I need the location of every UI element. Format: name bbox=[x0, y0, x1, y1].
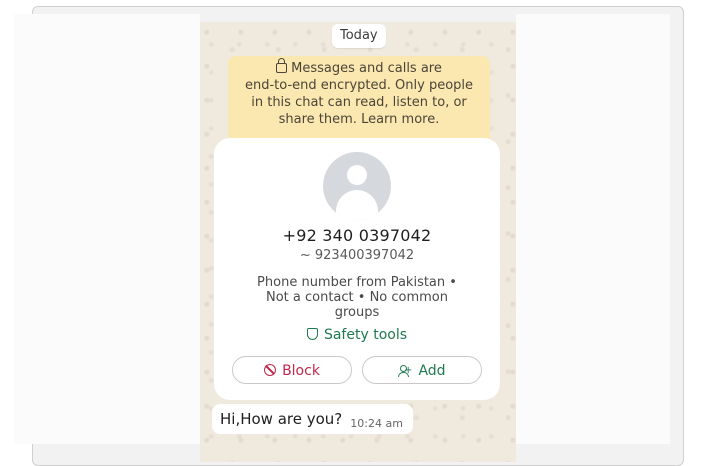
incoming-message-bubble[interactable]: Hi,How are you? 10:24 am bbox=[212, 404, 413, 434]
avatar-head bbox=[347, 165, 367, 185]
avatar-body bbox=[336, 190, 378, 220]
left-margin bbox=[14, 14, 200, 444]
encryption-notice[interactable]: Messages and calls are end-to-end encryp… bbox=[228, 56, 490, 150]
contact-info-card: +92 340 0397042 ~ 923400397042 Phone num… bbox=[214, 138, 500, 400]
block-icon bbox=[264, 364, 277, 376]
encryption-line-3: in this chat can read, listen to, or bbox=[251, 95, 467, 110]
encryption-text-1: Messages and calls are bbox=[291, 61, 442, 76]
encryption-line-4: share them. Learn more. bbox=[278, 112, 440, 127]
contact-meta-line-1: Phone number from Pakistan • bbox=[257, 275, 457, 290]
encryption-line-2: end-to-end encrypted. Only people bbox=[244, 78, 474, 93]
message-text: Hi,How are you? bbox=[220, 410, 343, 428]
message-time: 10:24 am bbox=[350, 417, 403, 430]
avatar[interactable] bbox=[323, 152, 391, 220]
add-button-label: Add bbox=[418, 363, 446, 379]
right-margin bbox=[516, 14, 670, 444]
date-chip: Today bbox=[332, 24, 386, 48]
block-button-label: Block bbox=[282, 363, 320, 379]
encryption-line-1: Messages and calls are bbox=[228, 58, 490, 77]
add-contact-button[interactable]: + Add bbox=[362, 356, 482, 384]
contact-meta-line-3: groups bbox=[334, 305, 380, 320]
chat-area[interactable]: Today Messages and calls are end-to-end … bbox=[200, 22, 516, 462]
contact-meta-line-2: Not a contact • No common bbox=[265, 290, 449, 305]
safety-tools-link[interactable]: Safety tools bbox=[214, 327, 500, 343]
add-contact-icon-plus: + bbox=[404, 365, 413, 376]
safety-tools-label: Safety tools bbox=[323, 327, 408, 343]
shield-icon bbox=[306, 328, 318, 340]
contact-alias: ~ 923400397042 bbox=[299, 248, 415, 263]
lock-icon bbox=[276, 58, 288, 73]
contact-phone-number: +92 340 0397042 bbox=[282, 226, 432, 245]
contact-meta: Phone number from Pakistan • Not a conta… bbox=[244, 275, 470, 320]
add-contact-icon: + bbox=[398, 365, 413, 377]
block-button[interactable]: Block bbox=[232, 356, 352, 384]
